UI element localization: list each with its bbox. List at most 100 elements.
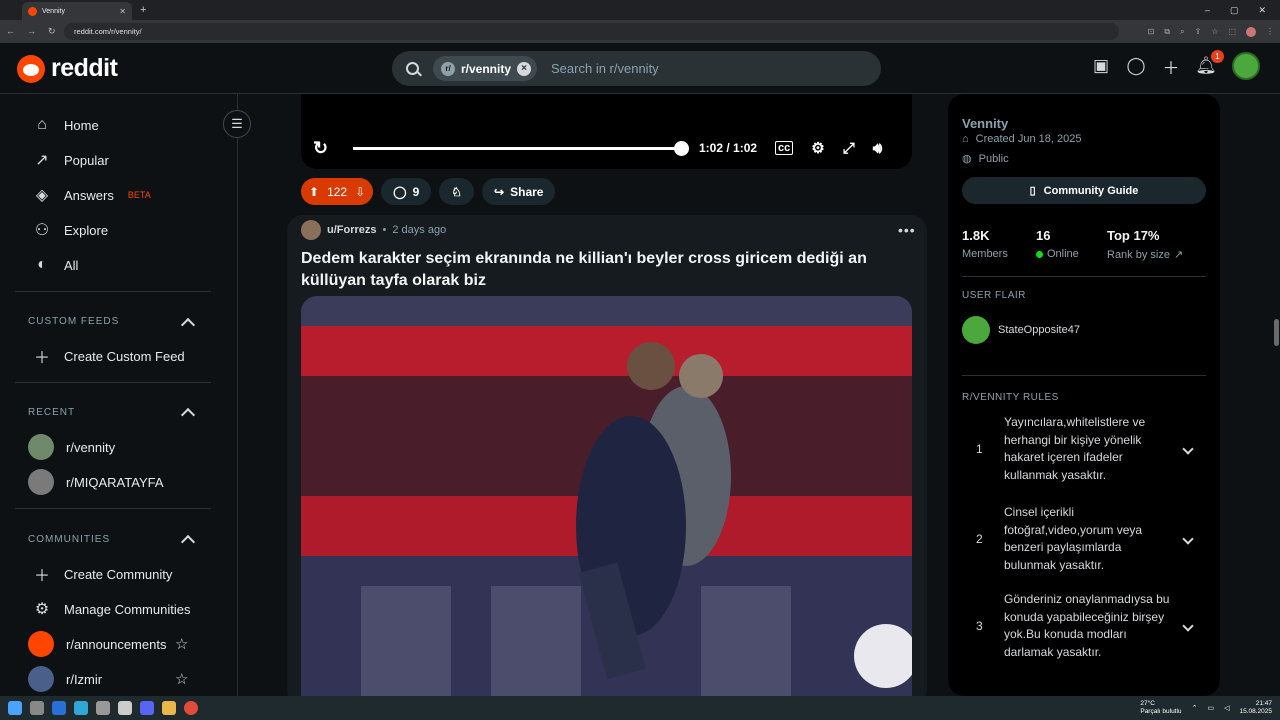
award-button[interactable]: ♘ (439, 178, 475, 205)
url-text: reddit.com/r/vennity/ (74, 27, 142, 36)
downvote-icon[interactable]: ⇩ (355, 185, 365, 199)
post-video[interactable] (301, 296, 912, 696)
browser-tab[interactable]: Vennity ✕ (22, 2, 132, 20)
search-input[interactable]: Search in r/vennity (551, 61, 659, 76)
start-icon[interactable] (8, 701, 22, 715)
extensions-icon[interactable]: ⬚ (1228, 27, 1236, 36)
collapse-custom-feeds-icon[interactable] (180, 317, 196, 333)
manage-communities-button[interactable]: ⚙ Manage Communities (32, 599, 191, 619)
scrollbar-thumb[interactable] (1274, 319, 1279, 346)
stat-rank[interactable]: Top 17% Rank by size ↗ (1107, 228, 1183, 261)
folder-icon[interactable] (162, 701, 176, 715)
favorite-star-icon[interactable]: ☆ (175, 670, 188, 688)
chevron-down-icon[interactable] (1182, 620, 1194, 632)
chrome-icon[interactable] (184, 701, 198, 715)
chatgpt-icon[interactable] (96, 701, 110, 715)
close-window-icon[interactable]: ✕ (1258, 5, 1266, 16)
rule-item[interactable]: 1 Yayıncılara,whitelistlere ve herhangi … (976, 414, 1206, 484)
chevron-down-icon[interactable] (1182, 533, 1194, 545)
minimize-icon[interactable]: – (1205, 5, 1210, 16)
community-item-announcements[interactable]: r/announcements (28, 631, 166, 657)
forward-icon[interactable]: → (27, 26, 36, 37)
fullscreen-icon[interactable]: ⤢ (843, 140, 855, 157)
keyboard-icon[interactable] (118, 701, 132, 715)
comments-button[interactable]: ◯ 9 (381, 178, 432, 205)
favorite-star-icon[interactable]: ☆ (175, 635, 188, 653)
post-title[interactable]: Dedem karakter seçim ekranında ne killia… (301, 248, 901, 292)
divider (962, 375, 1206, 376)
chevron-down-icon[interactable] (1182, 443, 1194, 455)
maximize-icon[interactable]: ▢ (1230, 5, 1239, 16)
share-label: Share (510, 184, 544, 199)
search-taskbar-icon[interactable] (30, 701, 44, 715)
captions-icon[interactable]: cc (775, 141, 794, 155)
upvote-icon[interactable]: ⬆ (309, 185, 319, 199)
create-custom-feed-button[interactable]: ＋ Create Custom Feed (32, 346, 185, 368)
collapse-sidebar-button[interactable]: ☰ (223, 110, 251, 138)
search-bar[interactable]: r/ r/vennity × Search in r/vennity (392, 51, 881, 86)
url-input[interactable]: reddit.com/r/vennity/ (64, 23, 1119, 40)
settings-gear-icon[interactable]: ⚙ (811, 139, 824, 157)
edge-icon[interactable] (74, 701, 88, 715)
replay-icon[interactable]: ↻ (313, 138, 333, 159)
notifications-icon[interactable]: 🔔︎ 1 (1195, 50, 1224, 75)
outlook-icon[interactable] (52, 701, 66, 715)
progress-thumb[interactable] (674, 140, 689, 156)
close-tab-icon[interactable]: ✕ (119, 7, 126, 16)
chat-icon[interactable]: ◯ (1126, 56, 1145, 75)
create-post-icon[interactable]: ＋ (1162, 57, 1180, 78)
sidebar-item-answers[interactable]: ◈ Answers BETA (32, 185, 151, 205)
globe-icon: ◍ (962, 153, 972, 165)
menu-dots-icon[interactable]: ⋮ (1266, 27, 1274, 36)
manage-communities-label: Manage Communities (64, 601, 191, 617)
install-icon[interactable]: ⊡ (1148, 27, 1155, 36)
advertise-icon[interactable]: ▣ (1092, 56, 1110, 75)
profile-icon[interactable] (1246, 26, 1256, 37)
reload-icon[interactable]: ↻ (48, 26, 56, 37)
community-item-izmir[interactable]: r/Izmir (28, 666, 102, 692)
new-tab-icon[interactable]: + (140, 4, 146, 16)
sidebar-item-all[interactable]: ◐ All (32, 255, 78, 275)
reddit-logo[interactable]: reddit (17, 54, 118, 83)
more-options-icon[interactable]: ••• (898, 222, 916, 238)
sidebar-item-home[interactable]: ⌂ Home (32, 115, 99, 135)
video-progress-bar[interactable] (353, 140, 689, 156)
translate-icon[interactable]: ⧉ (1164, 27, 1170, 37)
back-icon[interactable]: ← (6, 26, 15, 37)
clear-chip-icon[interactable]: × (517, 61, 532, 76)
subreddit-search-chip[interactable]: r/ r/vennity × (433, 56, 538, 81)
share-button[interactable]: ↪ Share (482, 178, 556, 205)
network-icon[interactable]: ▭ (1207, 704, 1214, 712)
post-time: 2 days ago (392, 224, 447, 236)
user-avatar[interactable] (1232, 52, 1260, 80)
discord-icon[interactable] (140, 701, 154, 715)
zoom-icon[interactable]: ⌕ (1180, 27, 1184, 37)
sidebar-item-label: All (64, 257, 79, 273)
create-community-button[interactable]: ＋ Create Community (32, 564, 172, 586)
sidebar-item-explore[interactable]: ⚇ Explore (32, 220, 108, 240)
clock[interactable]: 21:47 15.08.2025 (1239, 700, 1272, 716)
rule-item[interactable]: 3 Gönderiniz onaylanmadıysa bu konuda ya… (976, 591, 1206, 661)
stat-value: Top 17% (1107, 228, 1160, 243)
sidebar-item-popular[interactable]: ↗ Popular (32, 150, 109, 170)
rule-item[interactable]: 2 Cinsel içerikli fotoğraf,video,yorum v… (976, 504, 1206, 574)
previous-video-player[interactable]: ↻ 1:02 / 1:02 cc ⚙ ⤢ 🔊︎ (301, 94, 912, 169)
user-flair[interactable]: StateOpposite47 (962, 316, 1080, 344)
divider (15, 291, 211, 292)
collapse-recent-icon[interactable] (180, 407, 196, 423)
visibility-label: Public (978, 152, 1009, 165)
share-page-icon[interactable]: ⇪ (1195, 27, 1202, 36)
tray-chevron-icon[interactable]: ⌃ (1192, 704, 1198, 712)
collapse-communities-icon[interactable] (180, 534, 196, 550)
recent-item-vennity[interactable]: r/vennity (28, 434, 115, 460)
recent-item-miqaratayfa[interactable]: r/MIQARATAYFA (28, 469, 164, 495)
post-author[interactable]: u/Forrezs (327, 224, 377, 236)
community-guide-button[interactable]: ▯ Community Guide (962, 177, 1206, 204)
bookmark-star-icon[interactable]: ☆ (1211, 27, 1218, 36)
volume-icon[interactable]: 🔊︎ (873, 140, 882, 157)
weather-widget[interactable]: 27°C Parçalı bulutlu (1140, 700, 1181, 716)
author-avatar[interactable] (301, 220, 321, 240)
volume-tray-icon[interactable]: ◁ (1224, 704, 1229, 712)
page-scrollbar[interactable] (1273, 94, 1280, 696)
gear-icon: ⚙ (34, 601, 50, 618)
